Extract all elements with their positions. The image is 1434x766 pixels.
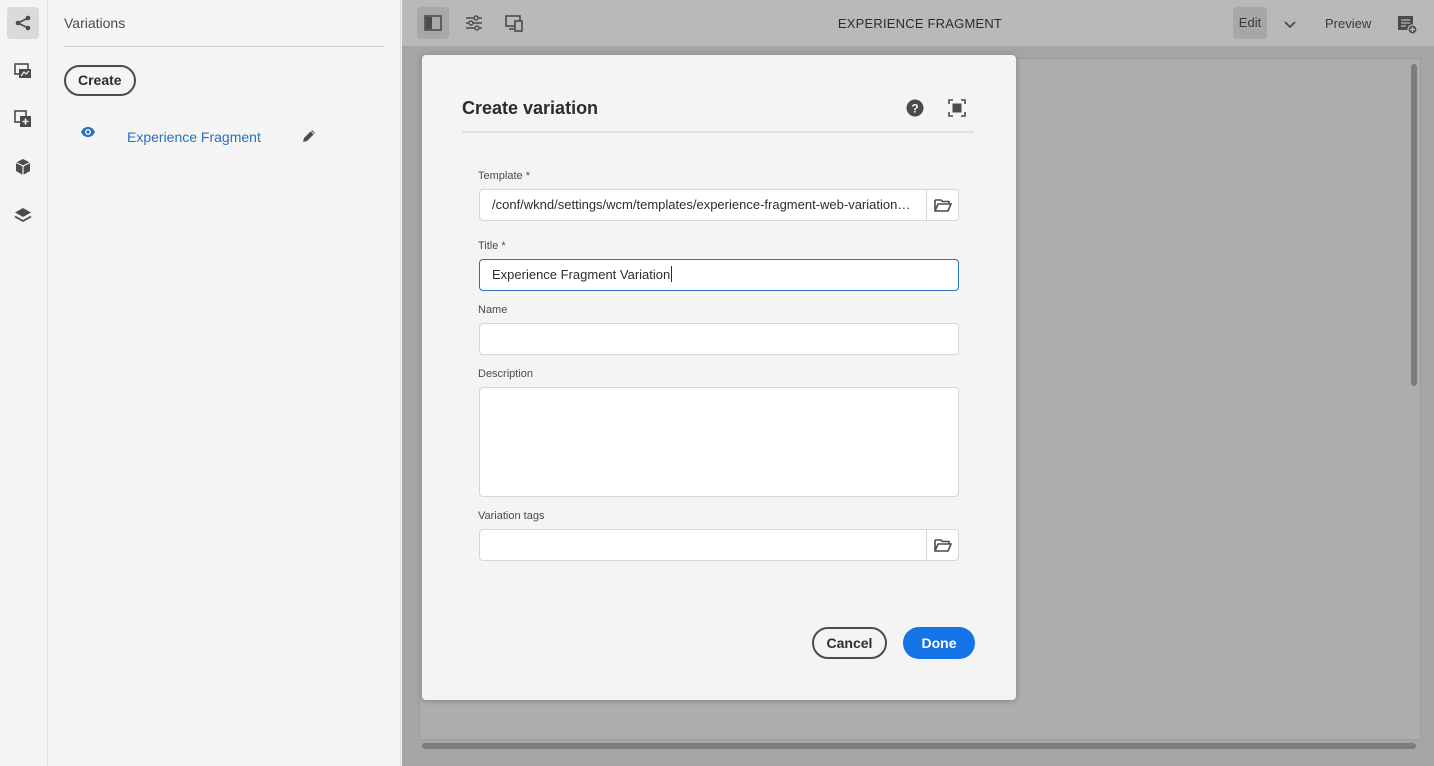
name-label: Name <box>478 304 508 316</box>
components-icon[interactable] <box>7 103 39 135</box>
chevron-down-icon[interactable] <box>1280 14 1300 34</box>
page-information-icon[interactable] <box>1396 13 1418 35</box>
fullscreen-icon[interactable] <box>948 99 966 117</box>
create-variation-dialog: Create variation ? Template * /conf/wknd… <box>422 55 1016 700</box>
variation-tags-field[interactable] <box>479 529 927 561</box>
variations-panel: Variations Create Experience Fragment <box>48 0 401 766</box>
title-label: Title * <box>478 240 506 252</box>
template-field[interactable]: /conf/wknd/settings/wcm/templates/experi… <box>479 189 927 221</box>
dialog-title: Create variation <box>462 98 599 118</box>
eye-icon[interactable] <box>80 124 96 140</box>
folder-icon <box>933 539 952 552</box>
left-rail <box>0 0 48 766</box>
editor-toolbar: EXPERIENCE FRAGMENT Edit Preview <box>402 0 1434 46</box>
divider <box>64 46 384 47</box>
tags-browse-button[interactable] <box>926 529 959 561</box>
variation-tags-label: Variation tags <box>478 510 545 522</box>
variation-label[interactable]: Experience Fragment <box>127 129 261 145</box>
description-field[interactable] <box>479 387 959 497</box>
edit-mode-button[interactable]: Edit <box>1233 7 1267 39</box>
text-cursor <box>671 266 673 282</box>
horizontal-scrollbar[interactable] <box>422 743 1416 749</box>
list-item[interactable]: Experience Fragment <box>76 122 322 150</box>
packages-icon[interactable] <box>7 151 39 183</box>
preview-button[interactable]: Preview <box>1325 16 1371 31</box>
template-browse-button[interactable] <box>926 189 959 221</box>
pencil-icon[interactable] <box>300 127 318 145</box>
help-icon[interactable]: ? <box>906 99 924 117</box>
template-label: Template * <box>478 170 530 182</box>
description-label: Description <box>478 368 534 380</box>
cancel-button[interactable]: Cancel <box>812 627 887 659</box>
vertical-scrollbar[interactable] <box>1411 64 1417 386</box>
svg-text:?: ? <box>911 102 918 116</box>
dialog-divider <box>462 131 974 133</box>
layers-icon[interactable] <box>7 199 39 231</box>
create-button[interactable]: Create <box>64 65 136 96</box>
share-tree-icon[interactable] <box>7 7 39 39</box>
assets-icon[interactable] <box>7 55 39 87</box>
title-field-value: Experience Fragment Variation <box>492 267 671 282</box>
done-button[interactable]: Done <box>903 627 975 659</box>
folder-icon <box>933 199 952 212</box>
title-field[interactable]: Experience Fragment Variation <box>479 259 959 291</box>
name-field[interactable] <box>479 323 959 355</box>
panel-title: Variations <box>64 15 126 31</box>
